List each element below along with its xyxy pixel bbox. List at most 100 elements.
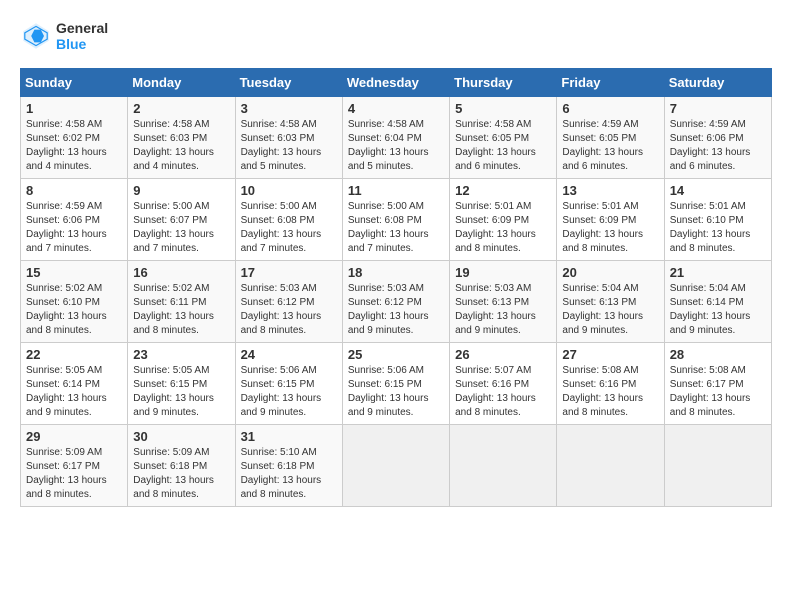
day-info: Sunrise: 5:00 AM Sunset: 6:08 PM Dayligh… (348, 200, 444, 256)
day-info: Sunrise: 4:58 AM Sunset: 6:02 PM Dayligh… (26, 118, 122, 174)
calendar-cell: 20 Sunrise: 5:04 AM Sunset: 6:13 PM Dayli… (557, 261, 664, 343)
day-info: Sunrise: 4:58 AM Sunset: 6:05 PM Dayligh… (455, 118, 551, 174)
calendar-cell: 7 Sunrise: 4:59 AM Sunset: 6:06 PM Daylig… (664, 97, 771, 179)
calendar-week-3: 15 Sunrise: 5:02 AM Sunset: 6:10 PM Dayli… (21, 261, 772, 343)
page-header: General Blue (20, 20, 772, 52)
calendar-cell: 14 Sunrise: 5:01 AM Sunset: 6:10 PM Dayli… (664, 179, 771, 261)
day-number: 23 (133, 347, 229, 362)
calendar-header-thursday: Thursday (450, 69, 557, 97)
day-info: Sunrise: 5:08 AM Sunset: 6:17 PM Dayligh… (670, 364, 766, 420)
calendar-cell: 22 Sunrise: 5:05 AM Sunset: 6:14 PM Dayli… (21, 343, 128, 425)
calendar-header-row: SundayMondayTuesdayWednesdayThursdayFrid… (21, 69, 772, 97)
day-number: 13 (562, 183, 658, 198)
day-info: Sunrise: 5:02 AM Sunset: 6:11 PM Dayligh… (133, 282, 229, 338)
calendar-cell (342, 425, 449, 507)
day-info: Sunrise: 5:04 AM Sunset: 6:14 PM Dayligh… (670, 282, 766, 338)
day-number: 21 (670, 265, 766, 280)
calendar-cell: 12 Sunrise: 5:01 AM Sunset: 6:09 PM Dayli… (450, 179, 557, 261)
day-number: 15 (26, 265, 122, 280)
calendar-cell: 6Sunrise: 4:59 AM Sunset: 6:05 PM Daylig… (557, 97, 664, 179)
calendar-week-1: 1 Sunrise: 4:58 AM Sunset: 6:02 PM Daylig… (21, 97, 772, 179)
day-number: 14 (670, 183, 766, 198)
day-info: Sunrise: 4:58 AM Sunset: 6:03 PM Dayligh… (133, 118, 229, 174)
day-info: Sunrise: 5:09 AM Sunset: 6:18 PM Dayligh… (133, 446, 229, 502)
day-number: 12 (455, 183, 551, 198)
calendar-cell: 3 Sunrise: 4:58 AM Sunset: 6:03 PM Daylig… (235, 97, 342, 179)
calendar-cell: 8 Sunrise: 4:59 AM Sunset: 6:06 PM Daylig… (21, 179, 128, 261)
day-info: Sunrise: 5:05 AM Sunset: 6:15 PM Dayligh… (133, 364, 229, 420)
day-info: Sunrise: 5:04 AM Sunset: 6:13 PM Dayligh… (562, 282, 658, 338)
logo-text: General Blue (56, 20, 108, 52)
day-number: 28 (670, 347, 766, 362)
day-number: 20 (562, 265, 658, 280)
day-info: Sunrise: 5:05 AM Sunset: 6:14 PM Dayligh… (26, 364, 122, 420)
day-number: 27 (562, 347, 658, 362)
calendar-table: SundayMondayTuesdayWednesdayThursdayFrid… (20, 68, 772, 507)
day-info: Sunrise: 5:06 AM Sunset: 6:15 PM Dayligh… (241, 364, 337, 420)
calendar-cell: 17 Sunrise: 5:03 AM Sunset: 6:12 PM Dayli… (235, 261, 342, 343)
calendar-cell: 9Sunrise: 5:00 AM Sunset: 6:07 PM Daylig… (128, 179, 235, 261)
calendar-cell: 30 Sunrise: 5:09 AM Sunset: 6:18 PM Dayli… (128, 425, 235, 507)
day-info: Sunrise: 4:59 AM Sunset: 6:06 PM Dayligh… (670, 118, 766, 174)
calendar-cell: 18Sunrise: 5:03 AM Sunset: 6:12 PM Dayli… (342, 261, 449, 343)
calendar-cell: 26Sunrise: 5:07 AM Sunset: 6:16 PM Dayli… (450, 343, 557, 425)
calendar-cell: 29Sunrise: 5:09 AM Sunset: 6:17 PM Dayli… (21, 425, 128, 507)
calendar-cell: 10 Sunrise: 5:00 AM Sunset: 6:08 PM Dayli… (235, 179, 342, 261)
calendar-body: 1 Sunrise: 4:58 AM Sunset: 6:02 PM Daylig… (21, 97, 772, 507)
calendar-cell: 27 Sunrise: 5:08 AM Sunset: 6:16 PM Dayli… (557, 343, 664, 425)
day-number: 8 (26, 183, 122, 198)
day-number: 3 (241, 101, 337, 116)
day-info: Sunrise: 5:08 AM Sunset: 6:16 PM Dayligh… (562, 364, 658, 420)
calendar-week-2: 8 Sunrise: 4:59 AM Sunset: 6:06 PM Daylig… (21, 179, 772, 261)
day-number: 2 (133, 101, 229, 116)
day-number: 7 (670, 101, 766, 116)
day-info: Sunrise: 5:03 AM Sunset: 6:12 PM Dayligh… (241, 282, 337, 338)
logo-icon (20, 20, 52, 52)
day-number: 26 (455, 347, 551, 362)
calendar-cell: 4 Sunrise: 4:58 AM Sunset: 6:04 PM Daylig… (342, 97, 449, 179)
calendar-cell: 25 Sunrise: 5:06 AM Sunset: 6:15 PM Dayli… (342, 343, 449, 425)
day-info: Sunrise: 5:00 AM Sunset: 6:08 PM Dayligh… (241, 200, 337, 256)
calendar-cell (557, 425, 664, 507)
calendar-cell: 13 Sunrise: 5:01 AM Sunset: 6:09 PM Dayli… (557, 179, 664, 261)
day-number: 1 (26, 101, 122, 116)
day-number: 11 (348, 183, 444, 198)
calendar-cell (664, 425, 771, 507)
calendar-cell: 16 Sunrise: 5:02 AM Sunset: 6:11 PM Dayli… (128, 261, 235, 343)
day-number: 25 (348, 347, 444, 362)
calendar-cell (450, 425, 557, 507)
day-info: Sunrise: 4:59 AM Sunset: 6:06 PM Dayligh… (26, 200, 122, 256)
calendar-cell: 28 Sunrise: 5:08 AM Sunset: 6:17 PM Dayli… (664, 343, 771, 425)
calendar-week-4: 22 Sunrise: 5:05 AM Sunset: 6:14 PM Dayli… (21, 343, 772, 425)
calendar-cell: 19Sunrise: 5:03 AM Sunset: 6:13 PM Dayli… (450, 261, 557, 343)
day-number: 10 (241, 183, 337, 198)
day-number: 31 (241, 429, 337, 444)
calendar-cell: 31Sunrise: 5:10 AM Sunset: 6:18 PM Dayli… (235, 425, 342, 507)
calendar-week-5: 29Sunrise: 5:09 AM Sunset: 6:17 PM Dayli… (21, 425, 772, 507)
calendar-cell: 21 Sunrise: 5:04 AM Sunset: 6:14 PM Dayli… (664, 261, 771, 343)
day-info: Sunrise: 4:59 AM Sunset: 6:05 PM Dayligh… (562, 118, 658, 174)
calendar-cell: 24 Sunrise: 5:06 AM Sunset: 6:15 PM Dayli… (235, 343, 342, 425)
day-number: 17 (241, 265, 337, 280)
logo: General Blue (20, 20, 108, 52)
day-info: Sunrise: 5:06 AM Sunset: 6:15 PM Dayligh… (348, 364, 444, 420)
day-number: 30 (133, 429, 229, 444)
calendar-header-sunday: Sunday (21, 69, 128, 97)
day-info: Sunrise: 4:58 AM Sunset: 6:03 PM Dayligh… (241, 118, 337, 174)
day-info: Sunrise: 5:00 AM Sunset: 6:07 PM Dayligh… (133, 200, 229, 256)
calendar-cell: 1 Sunrise: 4:58 AM Sunset: 6:02 PM Daylig… (21, 97, 128, 179)
day-info: Sunrise: 5:09 AM Sunset: 6:17 PM Dayligh… (26, 446, 122, 502)
day-number: 4 (348, 101, 444, 116)
day-info: Sunrise: 5:01 AM Sunset: 6:09 PM Dayligh… (455, 200, 551, 256)
day-info: Sunrise: 5:01 AM Sunset: 6:10 PM Dayligh… (670, 200, 766, 256)
day-info: Sunrise: 4:58 AM Sunset: 6:04 PM Dayligh… (348, 118, 444, 174)
day-number: 24 (241, 347, 337, 362)
calendar-cell: 5Sunrise: 4:58 AM Sunset: 6:05 PM Daylig… (450, 97, 557, 179)
calendar-cell: 11 Sunrise: 5:00 AM Sunset: 6:08 PM Dayli… (342, 179, 449, 261)
day-info: Sunrise: 5:02 AM Sunset: 6:10 PM Dayligh… (26, 282, 122, 338)
calendar-header-tuesday: Tuesday (235, 69, 342, 97)
day-number: 16 (133, 265, 229, 280)
calendar-header-saturday: Saturday (664, 69, 771, 97)
day-info: Sunrise: 5:01 AM Sunset: 6:09 PM Dayligh… (562, 200, 658, 256)
day-number: 22 (26, 347, 122, 362)
